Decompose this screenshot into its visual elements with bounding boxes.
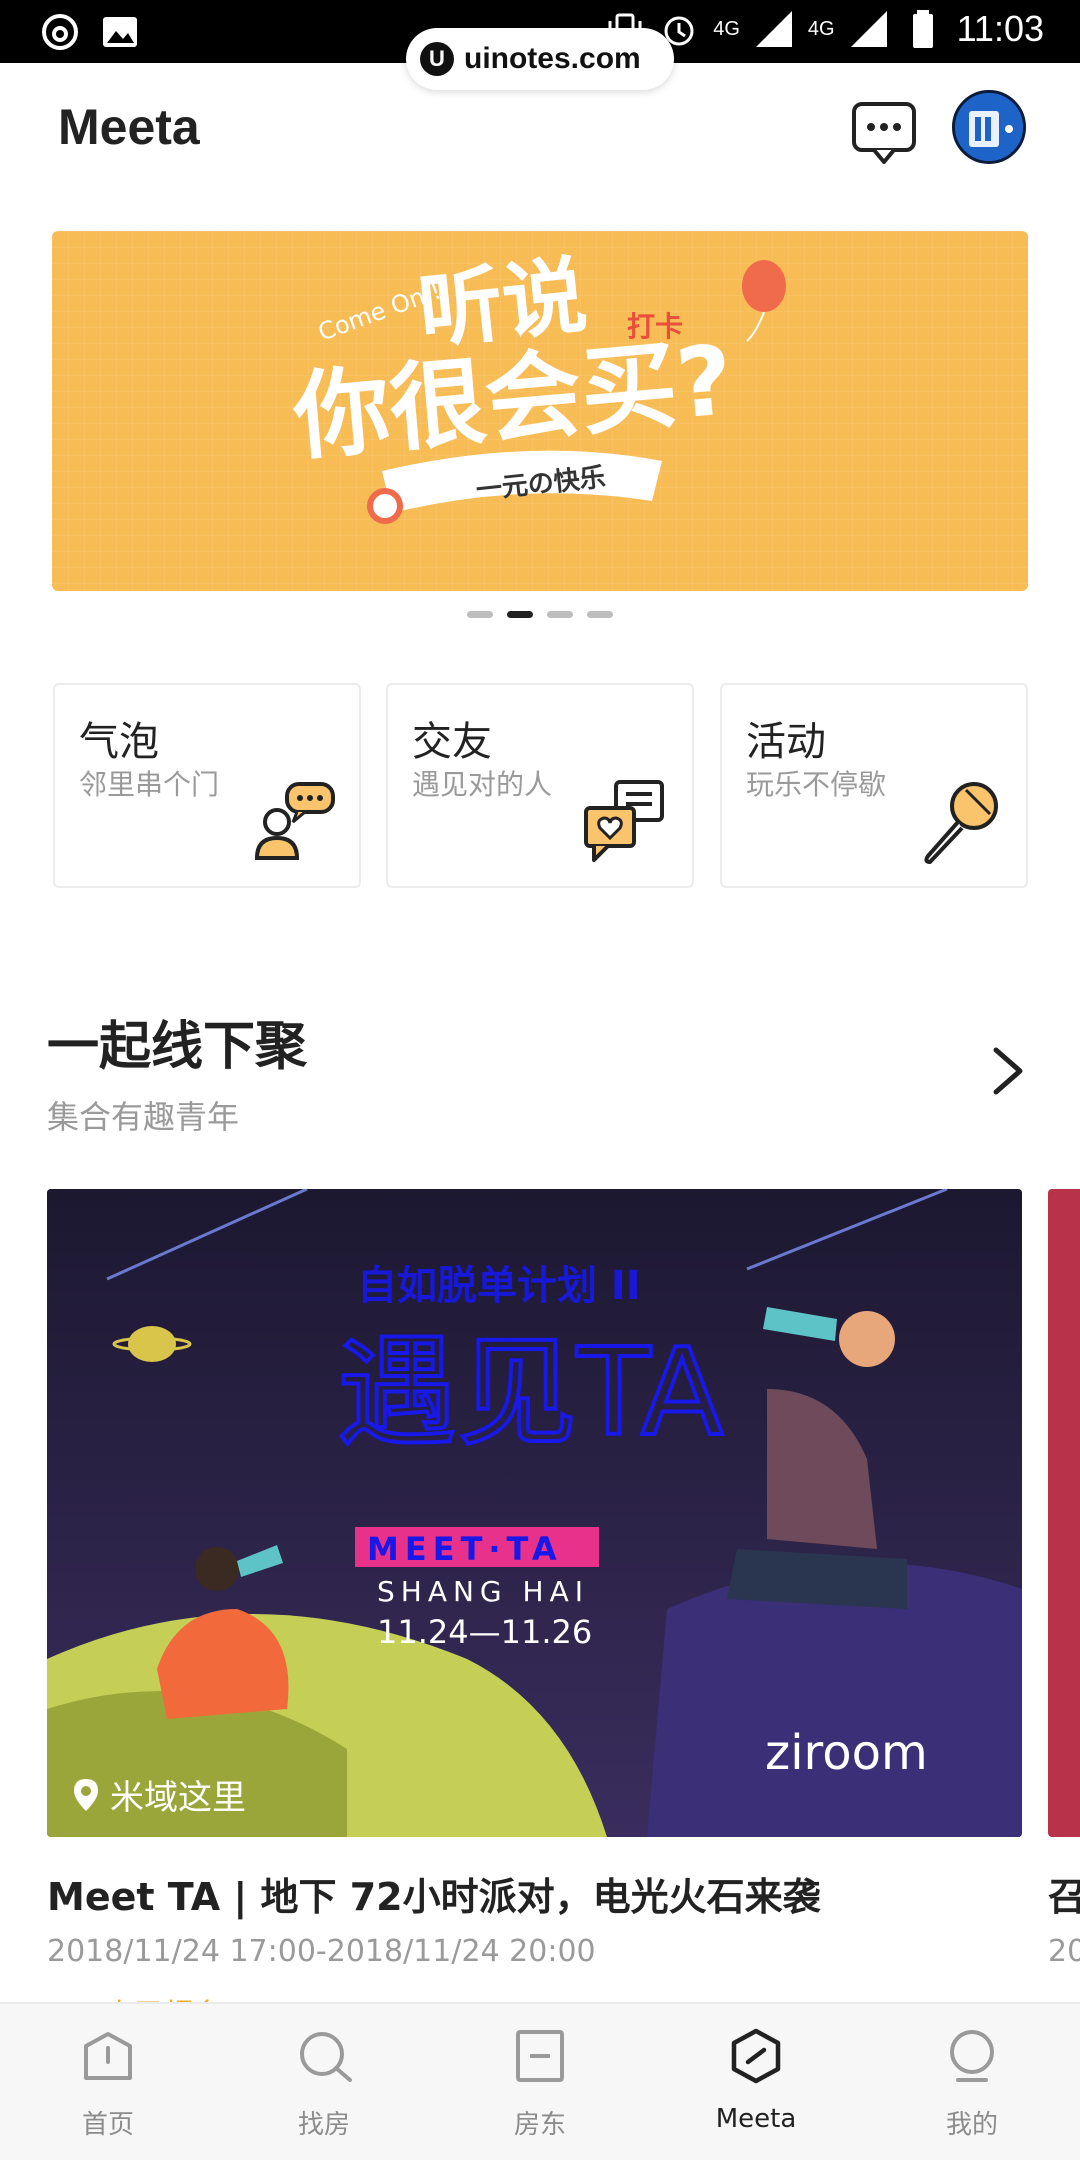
- landlord-icon: [516, 2030, 564, 2082]
- watermark-logo-icon: U: [420, 42, 454, 76]
- location-tag: 米域这里: [72, 1770, 246, 1819]
- banner-headline-2: 你很会买?: [288, 324, 737, 474]
- search-icon: [300, 2032, 352, 2082]
- category-subtitle: 邻里串个门: [79, 768, 220, 801]
- location-label: 米域这里: [110, 1778, 246, 1818]
- home-icon: [84, 2032, 132, 2080]
- event-title[interactable]: Meet TA | 地下 72小时派对，电光火石来袭: [47, 1866, 821, 1921]
- pagination-dot[interactable]: [467, 611, 493, 618]
- bottom-nav: 首页 找房 房东 Meeta 我的: [0, 2002, 1080, 2160]
- nav-label: Meeta: [715, 2104, 797, 2134]
- section-subtitle: 集合有趣青年: [47, 1098, 240, 1136]
- banner-pagination: [467, 611, 613, 618]
- nav-label: 首页: [81, 2110, 134, 2140]
- nav-item-landlord[interactable]: 房东: [432, 2004, 648, 2160]
- network-label-2: 4G: [807, 18, 835, 40]
- signal-icon: [755, 11, 792, 47]
- person-chat-icon: [254, 782, 335, 860]
- pagination-dot[interactable]: [587, 611, 613, 618]
- heart-chat-icon: [584, 780, 664, 862]
- avatar[interactable]: [952, 90, 1026, 164]
- section-title: 一起线下聚: [47, 1017, 308, 1077]
- message-icon[interactable]: [850, 100, 918, 166]
- category-title: 交友: [412, 719, 492, 765]
- nav-label: 我的: [945, 2110, 998, 2140]
- nav-item-home[interactable]: 首页: [0, 2004, 216, 2160]
- category-friends[interactable]: 交友 遇见对的人: [386, 683, 694, 888]
- microphone-icon: [924, 782, 998, 864]
- promo-banner[interactable]: Come On ! 听说 你很会买? 打卡 一元の快乐: [52, 231, 1028, 591]
- nav-label: 找房: [297, 2110, 350, 2140]
- battery-icon: [912, 10, 933, 48]
- nav-label: 房东: [513, 2110, 566, 2140]
- event-next-time: 20: [1048, 1934, 1080, 1969]
- signal-icon-2: [850, 11, 887, 47]
- banner-artwork: Come On ! 听说 你很会买? 打卡 一元の快乐: [288, 246, 786, 524]
- poster-city: SHANG HAI: [377, 1575, 589, 1608]
- event-time: 2018/11/24 17:00-2018/11/24 20:00: [47, 1934, 596, 1969]
- status-time: 11:03: [956, 8, 1044, 49]
- balloon-icon: [742, 260, 786, 312]
- avatar-image-icon: [955, 93, 1023, 161]
- poster-title: 遇见TA: [337, 1324, 723, 1463]
- network-label-1: 4G: [713, 18, 740, 40]
- category-title: 活动: [746, 719, 826, 765]
- profile-icon: [950, 2030, 994, 2082]
- poster-sub: MEET·TA: [367, 1530, 563, 1568]
- nav-item-meeta[interactable]: Meeta: [648, 2004, 864, 2160]
- event-poster-artwork: 自如脱单计划 II 遇见TA MEET·TA SHANG HAI 11.24—1…: [47, 1189, 1022, 1837]
- pagination-dot-active[interactable]: [507, 611, 533, 618]
- page-title: Meeta: [58, 99, 200, 155]
- category-subtitle: 遇见对的人: [412, 768, 553, 801]
- pagination-dot[interactable]: [547, 611, 573, 618]
- gallery-icon: [103, 17, 137, 47]
- location-pin-icon: [74, 1778, 98, 1811]
- chevron-right-icon[interactable]: [988, 1044, 1028, 1098]
- watermark-text: uinotes.com: [464, 42, 641, 75]
- category-bubble[interactable]: 气泡 邻里串个门: [53, 683, 361, 888]
- category-title: 气泡: [79, 719, 159, 765]
- category-events[interactable]: 活动 玩乐不停歇: [720, 683, 1028, 888]
- event-poster-next[interactable]: [1048, 1189, 1080, 1837]
- meeta-icon: [731, 2028, 781, 2084]
- event-next-title[interactable]: 召: [1048, 1866, 1080, 1921]
- category-subtitle: 玩乐不停歇: [746, 768, 887, 801]
- banner-tag: 打卡: [627, 310, 683, 343]
- poster-dates: 11.24—11.26: [377, 1613, 592, 1651]
- poster-tag: 自如脱单计划 II: [357, 1263, 641, 1309]
- netease-music-icon: [42, 14, 78, 50]
- event-poster[interactable]: 自如脱单计划 II 遇见TA MEET·TA SHANG HAI 11.24—1…: [47, 1189, 1022, 1837]
- watermark: U uinotes.com: [406, 28, 674, 90]
- nav-item-search[interactable]: 找房: [216, 2004, 432, 2160]
- poster-brand: ziroom: [765, 1725, 928, 1781]
- nav-item-profile[interactable]: 我的: [864, 2004, 1080, 2160]
